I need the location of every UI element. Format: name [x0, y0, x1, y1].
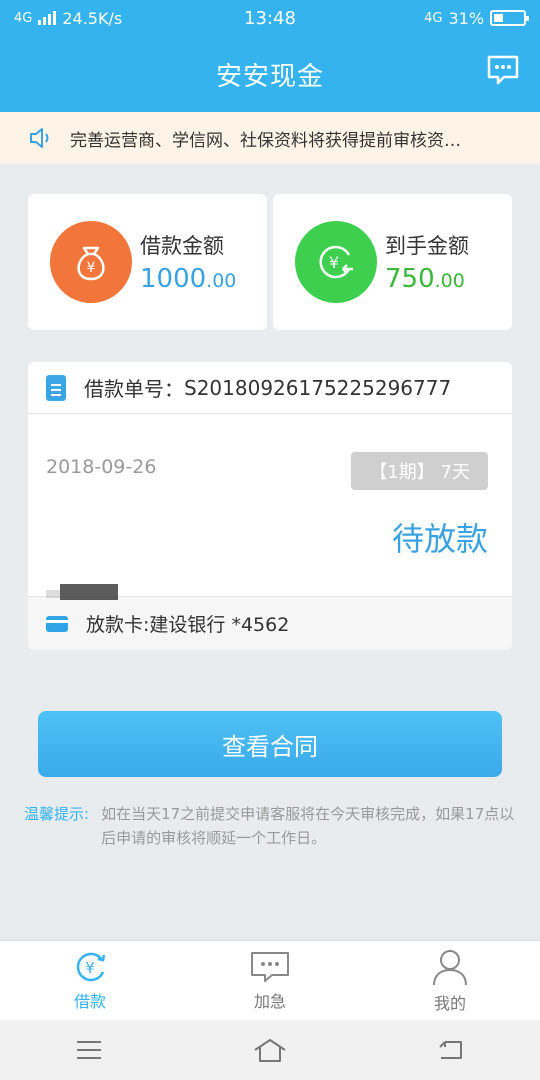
network-speed: 24.5K/s [62, 8, 123, 28]
amounts-card: ¥ 借款金额 1000.00 ¥ 到手金额 750.00 [28, 194, 512, 330]
svg-text:¥: ¥ [85, 959, 95, 977]
svg-text:¥: ¥ [329, 253, 339, 272]
loan-amount-value: 1000.00 [140, 264, 237, 294]
order-number-row: 借款单号： S2018092617522529677​7 [28, 362, 512, 414]
document-icon [46, 374, 66, 401]
loan-amount-panel: ¥ 借款金额 1000.00 [28, 194, 267, 330]
home-icon[interactable] [253, 1037, 287, 1063]
loan-amount-label: 借款金额 [140, 234, 224, 258]
payout-card-label: 放款卡: [86, 614, 150, 636]
tab-mine-label: 我的 [433, 993, 466, 1013]
money-bag-icon: ¥ [50, 221, 132, 303]
tab-urgent[interactable]: 加急 [180, 941, 360, 1020]
clock: 13:48 [244, 7, 296, 29]
network-label: 4G [14, 10, 33, 26]
received-amount-label: 到手金额 [385, 234, 469, 258]
order-date: 2018-09-26 [46, 456, 157, 478]
speaker-icon [30, 128, 49, 148]
order-number-label: 借款单号： [84, 377, 184, 401]
order-detail: 2018-09-26 【1期】 7天 待放款 [28, 414, 512, 600]
signal-icon [38, 11, 57, 25]
tip-text: 温馨提示: 如在当天17之前提交申请客服将在今天审核完成，如果17点以后申请的审… [24, 802, 524, 850]
chat-icon [251, 951, 289, 982]
notice-bar[interactable]: 完善运营商、学信网、社保资料将获得提前审核资… [0, 112, 540, 164]
tip-label: 温馨提示: [24, 805, 90, 823]
tip-body: 如在当天17之前提交申请客服将在今天审核完成，如果17点以后申请的审核将顺延一个… [101, 805, 515, 847]
status-bar: 4G 24.5K/s 13:48 4G 31% [0, 0, 540, 36]
order-status: 待放款 [391, 520, 488, 558]
message-icon[interactable] [486, 54, 520, 86]
redacted-name [46, 584, 118, 600]
tab-loan[interactable]: ¥ 借款 [0, 941, 180, 1020]
app-header: 安安现金 [0, 36, 540, 112]
order-number-value: S2018092617522529677​7 [184, 375, 452, 400]
period-badge: 【1期】 7天 [351, 452, 488, 490]
person-icon [433, 949, 467, 985]
page-title: 安安现金 [215, 61, 324, 92]
svg-text:¥: ¥ [87, 260, 96, 276]
payout-card-value: 建设银行 *4562 [149, 614, 290, 636]
bank-card-icon [46, 615, 68, 632]
back-icon[interactable] [437, 1039, 465, 1061]
top-area: 4G 24.5K/s 13:48 4G 31% 安安现金 [0, 0, 540, 112]
network-right-label: 4G [424, 10, 443, 26]
notice-text: 完善运营商、学信网、社保资料将获得提前审核资… [70, 130, 461, 151]
tab-loan-label: 借款 [73, 991, 106, 1011]
tab-urgent-label: 加急 [253, 991, 286, 1011]
battery-icon [490, 10, 530, 26]
loan-order-card[interactable]: 借款单号： S2018092617522529677​7 2018-09-26 … [28, 362, 512, 650]
system-nav-bar [0, 1020, 540, 1080]
menu-icon[interactable] [75, 1039, 103, 1061]
received-amount-value: 750.00 [385, 264, 465, 294]
loan-icon: ¥ [76, 952, 106, 981]
yuan-cycle-icon: ¥ [295, 221, 377, 303]
received-amount-panel: ¥ 到手金额 750.00 [273, 194, 512, 330]
bottom-tab-bar: ¥ 借款 加急 我的 [0, 940, 540, 1020]
tab-mine[interactable]: 我的 [360, 941, 540, 1020]
battery-percent: 31% [448, 8, 485, 28]
view-contract-button[interactable]: 查看合同 [38, 711, 502, 777]
payout-card-row: 放款卡: 建设银行 *4562 [28, 596, 512, 650]
